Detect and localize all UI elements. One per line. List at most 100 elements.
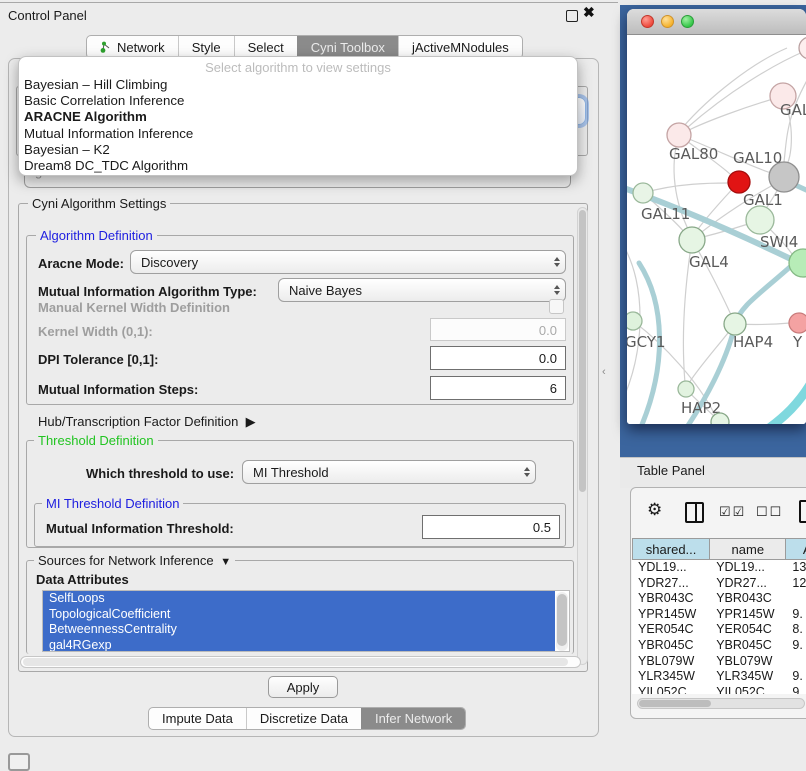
stepper-arrows-icon <box>554 251 560 273</box>
mi-steps-field[interactable]: 6 <box>430 376 566 400</box>
network-node-gal80[interactable] <box>667 123 691 147</box>
table-horizontal-scrollbar[interactable] <box>637 698 805 709</box>
table-cell: YBR043C <box>632 591 710 607</box>
tab-select[interactable]: Select <box>234 36 297 58</box>
list-scrollbar[interactable] <box>556 592 568 651</box>
table-column-header[interactable]: name <box>710 538 786 560</box>
data-attributes-list[interactable]: SelfLoopsTopologicalCoefficientBetweenne… <box>42 590 570 652</box>
kernel-width-field[interactable]: 0.0 <box>430 318 566 341</box>
deselect-all-checks-icon[interactable]: ☐☐ <box>756 504 783 520</box>
float-window-icon[interactable] <box>566 10 578 22</box>
settings-vertical-scrollbar[interactable] <box>577 207 588 665</box>
mi-threshold-field[interactable]: 0.5 <box>422 515 560 539</box>
network-window-titlebar[interactable] <box>627 9 806 35</box>
aracne-mode-label: Aracne Mode: <box>38 256 124 271</box>
scrollbar-thumb[interactable] <box>23 658 568 666</box>
expand-right-icon[interactable]: ▶ <box>242 414 256 429</box>
table-cell: 9 <box>786 685 806 694</box>
scrollbar-thumb[interactable] <box>579 210 586 492</box>
table-row[interactable]: YDR27...YDR27...12 <box>632 576 806 592</box>
table-cell: YPR145W <box>710 607 786 623</box>
settings-horizontal-scrollbar[interactable] <box>20 656 581 668</box>
attribute-item[interactable]: TopologicalCoefficient <box>43 607 555 623</box>
algorithm-option[interactable]: ARACNE Algorithm <box>19 109 577 125</box>
table-cell <box>786 654 806 670</box>
table-row[interactable]: YIL052CYIL052C9 <box>632 685 806 694</box>
algorithm-option[interactable]: Mutual Information Inference <box>19 126 577 142</box>
tab-network[interactable]: Network <box>87 36 178 58</box>
network-node-label: Y <box>792 333 803 351</box>
network-node-y[interactable] <box>789 313 806 333</box>
bottom-tab-discretize-data[interactable]: Discretize Data <box>246 708 361 729</box>
algorithm-option[interactable]: Bayesian – Hill Climbing <box>19 77 577 93</box>
mi-steps-label: Mutual Information Steps: <box>38 382 198 397</box>
tab-style[interactable]: Style <box>178 36 234 58</box>
network-node-label: SWI4 <box>760 233 798 251</box>
table-cell: 8. <box>786 622 806 638</box>
columns-icon[interactable] <box>685 502 704 523</box>
dpi-tolerance-field[interactable]: 0.0 <box>430 346 566 370</box>
aracne-mode-combo[interactable]: Discovery <box>130 250 566 274</box>
function-doc-icon[interactable] <box>799 500 806 523</box>
tab-cyni-toolbox[interactable]: Cyni Toolbox <box>297 36 398 58</box>
bottom-tab-infer-network[interactable]: Infer Network <box>361 708 465 729</box>
table-column-header[interactable]: A <box>786 538 806 560</box>
which-threshold-combo[interactable]: MI Threshold <box>242 460 536 484</box>
table-cell: YBL079W <box>710 654 786 670</box>
table-column-header[interactable]: shared... <box>632 538 710 560</box>
table-panel: ⚙ ☑☑ ☐☐ shared...nameA YDL19...YDL19...1… <box>630 487 806 719</box>
bottom-tab-impute-data[interactable]: Impute Data <box>149 708 246 729</box>
tab-label: Impute Data <box>162 711 233 726</box>
network-node-hap2[interactable] <box>678 381 694 397</box>
corner-button[interactable] <box>8 753 30 771</box>
hub-section-text: Hub/Transcription Factor Definition <box>38 414 238 429</box>
scrollbar-thumb[interactable] <box>557 594 567 646</box>
network-node-gal1[interactable] <box>746 206 774 234</box>
mi-type-combo[interactable]: Naive Bayes <box>278 278 566 302</box>
network-node-label: HAP4 <box>733 333 773 351</box>
close-icon[interactable]: ✖ <box>583 4 595 21</box>
manual-kernel-label: Manual Kernel Width Definition <box>38 300 230 315</box>
attribute-item[interactable]: SelfLoops <box>43 591 555 607</box>
table-row[interactable]: YLR345WYLR345W9. <box>632 669 806 685</box>
table-cell: 9. <box>786 607 806 623</box>
table-header-row: shared...nameA <box>632 538 806 560</box>
network-node-label: GAL80 <box>669 145 718 163</box>
attribute-item[interactable]: gal4RGexp <box>43 638 555 653</box>
network-node-gal4[interactable] <box>679 227 705 253</box>
table-row[interactable]: YBL079WYBL079W <box>632 654 806 670</box>
table-row[interactable]: YDL19...YDL19...13 <box>632 560 806 576</box>
network-node-gal11[interactable] <box>633 183 653 203</box>
network-node[interactable] <box>799 37 806 59</box>
algorithm-option[interactable]: Dream8 DC_TDC Algorithm <box>19 158 577 174</box>
table-cell: 13 <box>786 560 806 576</box>
network-node-gcy1[interactable] <box>627 312 642 330</box>
algorithm-option[interactable]: Bayesian – K2 <box>19 142 577 158</box>
collapse-down-icon[interactable]: ▼ <box>217 556 231 568</box>
divider-resize-handle[interactable]: ‹ <box>602 366 606 378</box>
hub-section-label[interactable]: Hub/Transcription Factor Definition ▶ <box>38 414 256 430</box>
table-row[interactable]: YBR045CYBR045C9. <box>632 638 806 654</box>
mi-type-label: Mutual Information Algorithm Type: <box>38 284 257 299</box>
tab-label: jActiveMNodules <box>412 40 509 55</box>
select-all-checks-icon[interactable]: ☑☑ <box>719 504 746 520</box>
minimize-traffic-light-icon[interactable] <box>661 15 674 28</box>
table-row[interactable]: YBR043CYBR043C <box>632 591 806 607</box>
close-traffic-light-icon[interactable] <box>641 15 654 28</box>
table-row[interactable]: YER054CYER054C8. <box>632 622 806 638</box>
zoom-traffic-light-icon[interactable] <box>681 15 694 28</box>
apply-button[interactable]: Apply <box>268 676 338 698</box>
scrollbar-thumb[interactable] <box>639 700 711 707</box>
manual-kernel-checkbox[interactable] <box>549 299 564 314</box>
gear-icon[interactable]: ⚙ <box>647 500 662 520</box>
network-window[interactable]: GALGAL80GAL10GAL11GAL1GAL4SWI4GCY1HAP4YH… <box>627 9 806 424</box>
network-canvas[interactable]: GALGAL80GAL10GAL11GAL1GAL4SWI4GCY1HAP4YH… <box>627 35 806 424</box>
network-node-hap4[interactable] <box>724 313 746 335</box>
table-row[interactable]: YPR145WYPR145W9. <box>632 607 806 623</box>
network-node[interactable] <box>728 171 750 193</box>
algorithm-option[interactable]: Basic Correlation Inference <box>19 93 577 109</box>
tab-jactivemnodules[interactable]: jActiveMNodules <box>398 36 522 58</box>
table-body: YDL19...YDL19...13YDR27...YDR27...12YBR0… <box>632 560 806 694</box>
attribute-item[interactable]: BetweennessCentrality <box>43 622 555 638</box>
network-node-label: GCY1 <box>627 333 666 351</box>
